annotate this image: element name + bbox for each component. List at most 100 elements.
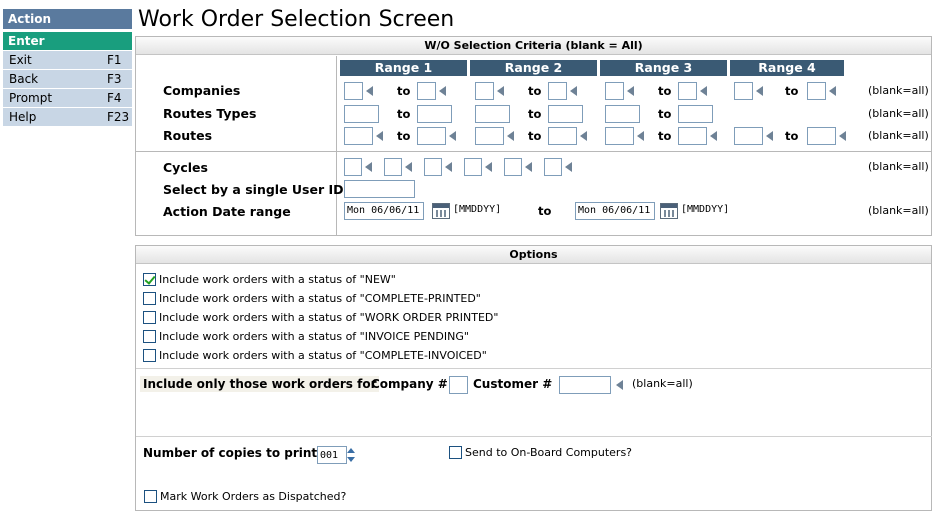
companies-r2-from[interactable]: [475, 82, 494, 100]
prompt-arrow-icon[interactable]: [829, 86, 836, 96]
cycle-5-input[interactable]: [504, 158, 522, 176]
cycle-3-input[interactable]: [424, 158, 442, 176]
prompt-arrow-icon[interactable]: [756, 86, 763, 96]
mark-dispatched-checkbox[interactable]: [144, 490, 157, 503]
prompt-arrow-icon[interactable]: [616, 380, 623, 390]
calendar-icon[interactable]: [432, 203, 450, 219]
action-panel-header: Action: [3, 9, 132, 29]
cycle-2-input[interactable]: [384, 158, 402, 176]
prompt-arrow-icon[interactable]: [376, 131, 383, 141]
cycles-label: Cycles: [163, 160, 208, 175]
criteria-header: W/O Selection Criteria (blank = All): [136, 37, 931, 55]
routes-r2-from[interactable]: [475, 127, 504, 145]
customer-number-label: Customer #: [473, 377, 553, 391]
user-id-input[interactable]: [344, 180, 415, 198]
cycle-6-input[interactable]: [544, 158, 562, 176]
to-label: to: [528, 84, 542, 98]
back-action[interactable]: Back F3: [3, 70, 132, 88]
date-blank-note: (blank=all): [868, 204, 929, 217]
enter-action[interactable]: Enter: [3, 32, 132, 50]
companies-r4-to[interactable]: [807, 82, 826, 100]
company-number-input[interactable]: [449, 376, 468, 394]
routes-r3-from[interactable]: [605, 127, 634, 145]
prompt-arrow-icon[interactable]: [700, 86, 707, 96]
range-4-header: Range 4: [730, 60, 844, 76]
criteria-divider-v: [336, 56, 337, 236]
send-onboard-checkbox[interactable]: [449, 446, 462, 459]
help-label: Help: [9, 110, 37, 124]
companies-r1-to[interactable]: [417, 82, 436, 100]
company-number-label: Company #: [371, 377, 448, 391]
status-wo-printed-label: Include work orders with a status of "WO…: [159, 311, 499, 324]
help-action[interactable]: Help F23: [3, 108, 132, 126]
calendar-icon[interactable]: [660, 203, 678, 219]
prompt-arrow-icon[interactable]: [485, 162, 492, 172]
customer-number-input[interactable]: [559, 376, 611, 394]
cycle-4-input[interactable]: [464, 158, 482, 176]
prompt-arrow-icon[interactable]: [445, 162, 452, 172]
mark-dispatched-label: Mark Work Orders as Dispatched?: [160, 490, 347, 503]
status-complete-printed-checkbox[interactable]: [143, 292, 156, 305]
route-types-r3-from[interactable]: [605, 105, 640, 123]
exit-action[interactable]: Exit F1: [3, 51, 132, 69]
prompt-arrow-icon[interactable]: [405, 162, 412, 172]
copies-spinner-icon[interactable]: [346, 447, 356, 463]
route-types-r2-to[interactable]: [548, 105, 583, 123]
status-complete-invoiced-checkbox[interactable]: [143, 349, 156, 362]
prompt-arrow-icon[interactable]: [766, 131, 773, 141]
companies-r2-to[interactable]: [548, 82, 567, 100]
back-label: Back: [9, 72, 39, 86]
companies-r3-from[interactable]: [605, 82, 624, 100]
status-new-checkbox[interactable]: [143, 273, 156, 286]
user-id-label: Select by a single User ID: [163, 182, 344, 197]
prompt-label: Prompt: [9, 91, 53, 105]
prompt-arrow-icon[interactable]: [366, 86, 373, 96]
prompt-arrow-icon[interactable]: [365, 162, 372, 172]
prompt-arrow-icon[interactable]: [439, 86, 446, 96]
status-complete-printed-label: Include work orders with a status of "CO…: [159, 292, 481, 305]
prompt-arrow-icon[interactable]: [580, 131, 587, 141]
companies-r1-from[interactable]: [344, 82, 363, 100]
prompt-arrow-icon[interactable]: [710, 131, 717, 141]
prompt-arrow-icon[interactable]: [525, 162, 532, 172]
companies-blank-note: (blank=all): [868, 84, 929, 97]
routes-r2-to[interactable]: [548, 127, 577, 145]
status-invoice-pending-label: Include work orders with a status of "IN…: [159, 330, 469, 343]
prompt-arrow-icon[interactable]: [507, 131, 514, 141]
copies-input[interactable]: 001: [317, 446, 347, 464]
route-types-r3-to[interactable]: [678, 105, 713, 123]
prompt-arrow-icon[interactable]: [449, 131, 456, 141]
routes-r3-to[interactable]: [678, 127, 707, 145]
status-wo-printed-checkbox[interactable]: [143, 311, 156, 324]
criteria-divider-h: [136, 151, 932, 152]
companies-r4-from[interactable]: [734, 82, 753, 100]
customer-blank-note: (blank=all): [632, 377, 693, 390]
prompt-action[interactable]: Prompt F4: [3, 89, 132, 107]
prompt-arrow-icon[interactable]: [627, 86, 634, 96]
routes-r4-to[interactable]: [807, 127, 836, 145]
route-types-r2-from[interactable]: [475, 105, 510, 123]
companies-r3-to[interactable]: [678, 82, 697, 100]
date-from-input[interactable]: Mon 06/06/11: [344, 202, 424, 220]
prompt-arrow-icon[interactable]: [839, 131, 846, 141]
exit-key: F1: [107, 53, 122, 67]
to-label: to: [528, 129, 542, 143]
date-to-input[interactable]: Mon 06/06/11: [575, 202, 655, 220]
routes-r1-from[interactable]: [344, 127, 373, 145]
companies-label: Companies: [163, 83, 241, 98]
routes-r1-to[interactable]: [417, 127, 446, 145]
status-invoice-pending-checkbox[interactable]: [143, 330, 156, 343]
route-types-r1-from[interactable]: [344, 105, 379, 123]
range-1-header: Range 1: [340, 60, 467, 76]
prompt-arrow-icon[interactable]: [565, 162, 572, 172]
to-label: to: [658, 84, 672, 98]
back-key: F3: [107, 72, 122, 86]
routes-r4-from[interactable]: [734, 127, 763, 145]
prompt-arrow-icon[interactable]: [570, 86, 577, 96]
cycle-1-input[interactable]: [344, 158, 362, 176]
range-3-header: Range 3: [600, 60, 727, 76]
exit-label: Exit: [9, 53, 32, 67]
route-types-r1-to[interactable]: [417, 105, 452, 123]
prompt-arrow-icon[interactable]: [497, 86, 504, 96]
prompt-arrow-icon[interactable]: [637, 131, 644, 141]
